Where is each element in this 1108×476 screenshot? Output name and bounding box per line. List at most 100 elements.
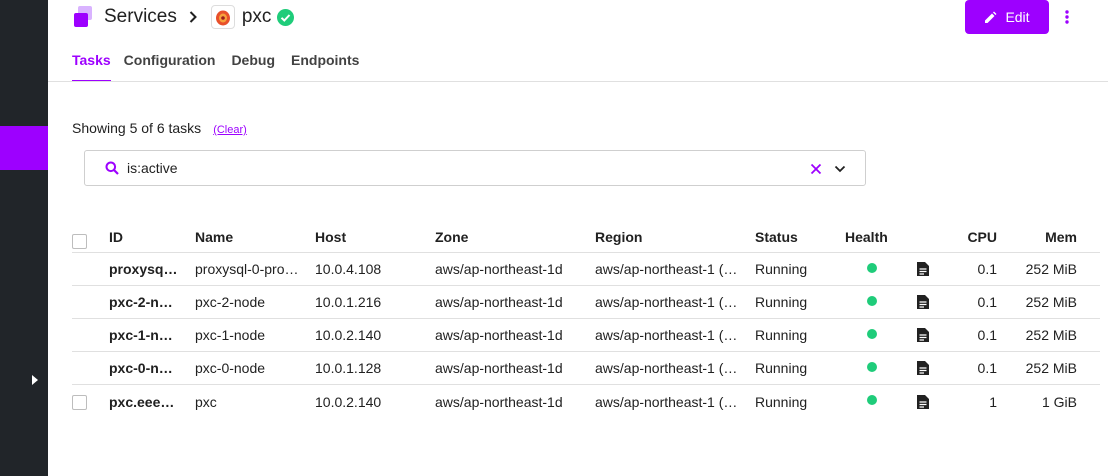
tab-tasks[interactable]: Tasks xyxy=(72,52,111,82)
log-cell xyxy=(917,319,933,351)
task-id[interactable]: pxc.eee… xyxy=(109,385,181,418)
pencil-icon xyxy=(985,11,997,23)
health-dot-icon xyxy=(867,395,877,405)
task-name: pxc-1-node xyxy=(195,327,266,343)
health-dot-icon xyxy=(867,262,877,273)
task-zone: aws/ap-northeast-1d xyxy=(435,294,563,310)
pxc-logo-icon xyxy=(210,5,235,29)
results-summary: Showing 5 of 6 tasks (Clear) xyxy=(72,120,247,136)
task-name: pxc-0-node xyxy=(195,360,266,376)
task-id[interactable]: proxysq… xyxy=(109,253,181,285)
nav-rail xyxy=(0,0,48,476)
task-filter-box[interactable] xyxy=(84,150,866,186)
table-header-row: ID Name Host Zone Region Status Health C… xyxy=(72,222,1100,253)
task-region: aws/ap-northeast-1 (… xyxy=(595,294,738,310)
task-region: aws/ap-northeast-1 (… xyxy=(595,393,738,410)
chevron-right-icon xyxy=(189,10,199,24)
edit-button[interactable]: Edit xyxy=(965,0,1049,34)
health-dot-icon xyxy=(867,328,877,339)
task-mem: 252 MiB xyxy=(1025,294,1077,310)
task-cpu: 0.1 xyxy=(977,294,997,310)
log-file-icon[interactable] xyxy=(917,394,929,409)
task-status: Running xyxy=(755,393,808,410)
column-header-id[interactable]: ID xyxy=(109,222,181,252)
task-name: pxc-2-node xyxy=(195,294,266,310)
table-row[interactable]: pxc.eee… pxc 10.0.2.140 aws/ap-northeast… xyxy=(72,385,1100,418)
log-file-icon[interactable] xyxy=(917,361,929,375)
log-file-icon[interactable] xyxy=(917,328,929,342)
log-cell xyxy=(917,253,933,285)
health-dot-icon xyxy=(867,295,877,306)
column-header-mem[interactable]: Mem xyxy=(1007,222,1077,252)
task-mem: 252 MiB xyxy=(1025,360,1077,376)
health-cell xyxy=(845,286,905,318)
task-cpu: 1 xyxy=(989,393,997,410)
column-header-health[interactable]: Health xyxy=(845,222,905,252)
column-header-name[interactable]: Name xyxy=(195,222,301,252)
page-title: pxc xyxy=(241,6,272,27)
select-all-checkbox[interactable] xyxy=(72,233,87,249)
column-header-zone[interactable]: Zone xyxy=(435,222,585,252)
task-host: 10.0.1.216 xyxy=(315,294,382,310)
health-cell xyxy=(845,319,905,351)
task-status: Running xyxy=(755,261,808,277)
tab-configuration[interactable]: Configuration xyxy=(124,52,216,82)
task-name: proxysql-0-pro… xyxy=(195,261,299,277)
task-cpu: 0.1 xyxy=(977,261,997,277)
task-region: aws/ap-northeast-1 (… xyxy=(595,327,738,343)
column-header-host[interactable]: Host xyxy=(315,222,425,252)
task-region: aws/ap-northeast-1 (… xyxy=(595,261,738,277)
task-zone: aws/ap-northeast-1d xyxy=(435,360,563,376)
task-status: Running xyxy=(755,327,808,343)
column-header-cpu[interactable]: CPU xyxy=(942,222,997,252)
task-id[interactable]: pxc-0-n… xyxy=(109,352,181,384)
task-zone: aws/ap-northeast-1d xyxy=(435,261,563,277)
health-dot-icon xyxy=(867,361,877,372)
log-file-icon[interactable] xyxy=(917,295,929,309)
task-host: 10.0.4.108 xyxy=(315,261,382,277)
task-status: Running xyxy=(755,360,808,376)
task-cpu: 0.1 xyxy=(977,360,997,376)
expand-sidebar-icon[interactable] xyxy=(24,370,46,390)
table-row[interactable]: pxc-1-n… pxc-1-node 10.0.2.140 aws/ap-no… xyxy=(72,319,1100,352)
tab-endpoints[interactable]: Endpoints xyxy=(291,52,359,82)
check-circle-icon xyxy=(277,8,295,26)
task-zone: aws/ap-northeast-1d xyxy=(435,393,563,410)
tasks-table: ID Name Host Zone Region Status Health C… xyxy=(72,222,1100,418)
clear-filter-link[interactable]: (Clear) xyxy=(213,124,247,136)
log-file-icon[interactable] xyxy=(917,262,929,276)
showing-count-text: Showing 5 of 6 tasks xyxy=(72,120,202,136)
tabs-divider xyxy=(48,81,1108,82)
tab-debug[interactable]: Debug xyxy=(231,52,275,82)
health-cell xyxy=(845,352,905,384)
table-row[interactable]: proxysq… proxysql-0-pro… 10.0.4.108 aws/… xyxy=(72,253,1100,286)
task-status: Running xyxy=(755,294,808,310)
breadcrumb-services-link[interactable]: Services xyxy=(104,6,177,28)
health-cell xyxy=(845,253,905,285)
task-mem: 1 GiB xyxy=(1041,393,1077,410)
column-header-status[interactable]: Status xyxy=(755,222,835,252)
row-checkbox[interactable] xyxy=(72,395,87,410)
table-row[interactable]: pxc-2-n… pxc-2-node 10.0.1.216 aws/ap-no… xyxy=(72,286,1100,319)
select-all-cell xyxy=(72,222,92,252)
task-id[interactable]: pxc-1-n… xyxy=(109,319,181,351)
chevron-down-icon[interactable] xyxy=(833,162,847,176)
task-id[interactable]: pxc-2-n… xyxy=(109,286,181,318)
clear-search-icon[interactable] xyxy=(809,162,823,176)
search-input[interactable] xyxy=(127,160,787,176)
row-select-cell xyxy=(72,385,92,418)
search-icon xyxy=(105,161,119,175)
log-cell xyxy=(917,385,933,418)
more-options-icon[interactable] xyxy=(1059,6,1075,28)
task-host: 10.0.1.128 xyxy=(315,360,382,376)
task-name: pxc xyxy=(195,393,217,410)
nav-rail-active-item[interactable] xyxy=(0,126,48,170)
health-cell xyxy=(845,385,905,418)
table-row[interactable]: pxc-0-n… pxc-0-node 10.0.1.128 aws/ap-no… xyxy=(72,352,1100,385)
tab-bar: Tasks Configuration Debug Endpoints xyxy=(72,52,375,82)
services-icon xyxy=(72,6,94,28)
task-zone: aws/ap-northeast-1d xyxy=(435,327,563,343)
task-host: 10.0.2.140 xyxy=(315,393,382,410)
column-header-region[interactable]: Region xyxy=(595,222,740,252)
task-region: aws/ap-northeast-1 (… xyxy=(595,360,738,376)
